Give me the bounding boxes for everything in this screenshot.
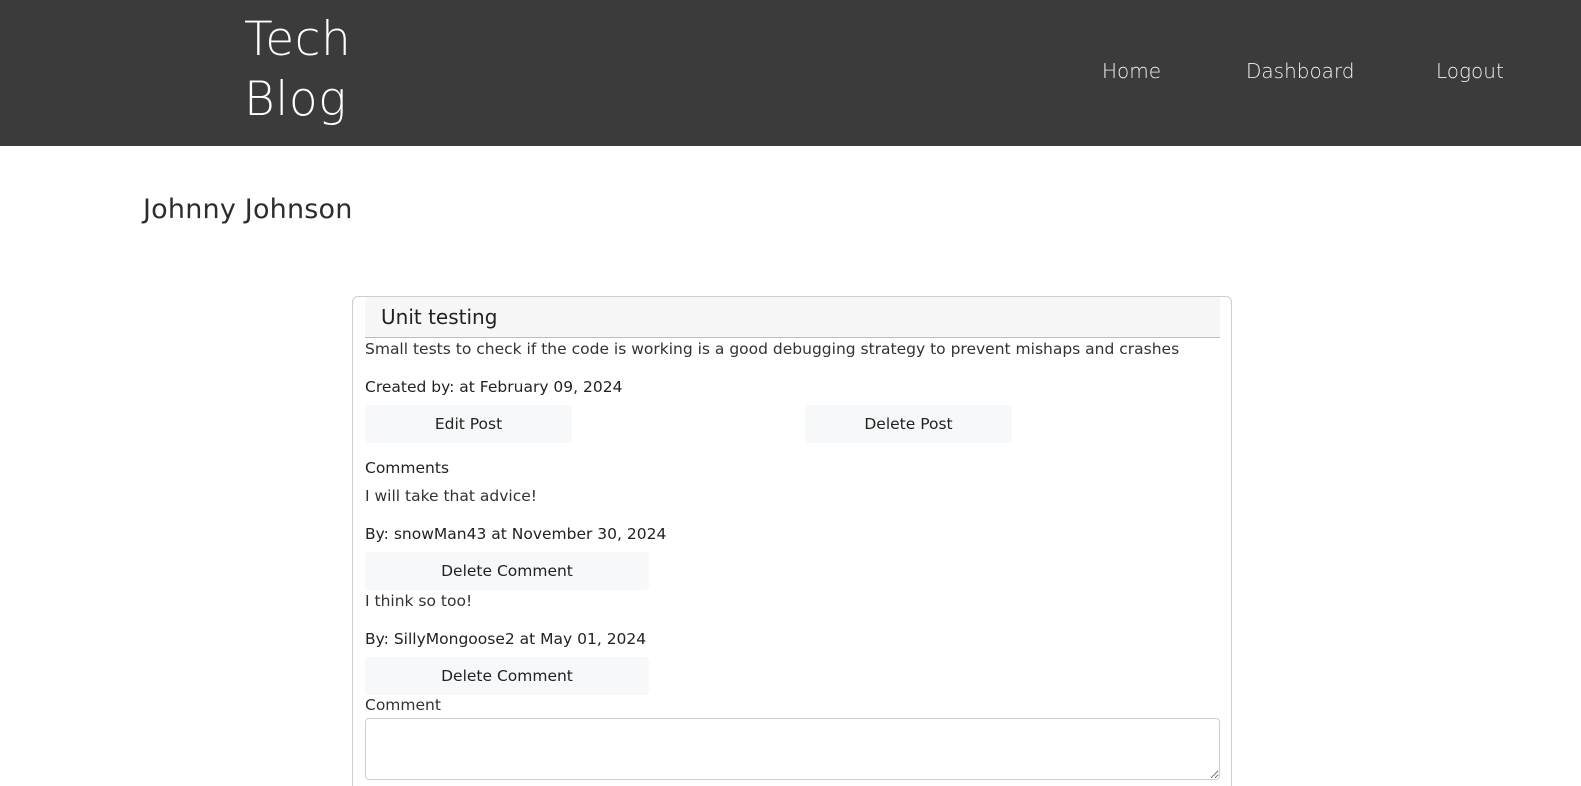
delete-post-button[interactable]: Delete Post (805, 405, 1012, 443)
delete-comment-button[interactable]: Delete Comment (365, 552, 649, 590)
comment-text: I will take that advice! (365, 487, 537, 505)
comment-meta: By: SillyMongoose2 at May 01, 2024 (365, 630, 647, 648)
nav-dashboard-link[interactable]: Dashboard (1246, 58, 1355, 84)
comment-field-label: Comment (365, 696, 441, 714)
comment-meta: By: snowMan43 at November 30, 2024 (365, 525, 667, 543)
post-meta: Created by: at February 09, 2024 (365, 378, 623, 396)
comment-textarea[interactable] (365, 718, 1220, 780)
post-card-header: Unit testing (365, 297, 1220, 338)
nav-logout-link[interactable]: Logout (1436, 58, 1504, 84)
user-name-heading: Johnny Johnson (143, 194, 353, 225)
nav-home-link[interactable]: Home (1102, 58, 1161, 84)
post-body: Small tests to check if the code is work… (365, 340, 1180, 358)
post-title: Unit testing (381, 305, 498, 329)
brand-line-1: Tech (244, 12, 352, 67)
site-brand[interactable]: Tech Blog (244, 10, 351, 130)
brand-line-2: Blog (244, 72, 347, 127)
post-card: Unit testing Small tests to check if the… (352, 296, 1232, 786)
comments-heading: Comments (365, 459, 450, 477)
comment-text: I think so too! (365, 592, 473, 610)
delete-comment-button[interactable]: Delete Comment (365, 657, 649, 695)
edit-post-button[interactable]: Edit Post (365, 405, 572, 443)
navbar: Tech Blog Home Dashboard Logout (0, 0, 1581, 146)
